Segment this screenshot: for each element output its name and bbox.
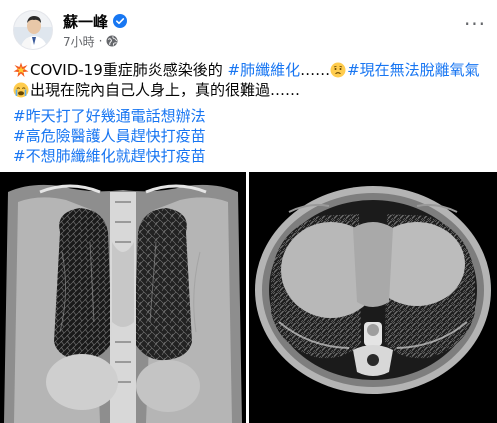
hashtag-link[interactable]: #現在無法脫離氧氣 [347,61,480,79]
post-meta: 7小時 · [63,32,118,50]
coronal-chest-ct-scan [0,172,246,423]
explosion-emoji [13,62,29,77]
axial-chest-ct-scan [249,172,497,423]
author-name[interactable]: 蘇一峰 [63,11,108,32]
post-body: COVID-19重症肺炎感染後的 #肺纖維化…… #現在無法脫離氧氣 出現在院內… [13,60,483,166]
crying-face-emoji [13,82,29,98]
verified-badge-icon [113,14,128,28]
hashtag-link[interactable]: #昨天打了好幾通電話想辦法 [13,107,206,125]
coronal-ct-image[interactable] [0,172,246,423]
hashtag-link[interactable]: #肺纖維化 [228,61,301,79]
hashtag-link[interactable]: #高危險醫護人員趕快打疫苗 [13,127,206,145]
post-text-ellipsis: …… [300,61,331,79]
facebook-post: 蘇一峰 7小時 · ··· COVID-19重症肺炎感染後的 #肺纖維化…… #… [0,0,497,423]
more-options-button[interactable]: ··· [463,12,487,36]
post-timestamp[interactable]: 7小時 [63,33,95,50]
post-media [0,172,497,423]
author-avatar[interactable] [13,10,53,50]
post-text-2: 出現在院內自己人身上，真的很難過…… [30,81,301,99]
meta-separator: · [98,34,103,48]
post-header: 蘇一峰 7小時 · ··· [13,10,487,54]
globe-icon[interactable] [106,35,118,47]
post-text-1: COVID-19重症肺炎感染後的 [30,61,228,79]
hashtag-line: #昨天打了好幾通電話想辦法 [13,106,483,126]
axial-ct-image[interactable] [249,172,497,423]
more-options-icon: ··· [463,12,487,36]
author-name-row: 蘇一峰 [63,10,128,32]
hashtag-line: #高危險醫護人員趕快打疫苗 [13,126,483,146]
worried-face-emoji [330,62,346,78]
hashtag-line: #不想肺纖維化就趕快打疫苗 [13,146,483,166]
post-line-2: 出現在院內自己人身上，真的很難過…… [13,80,483,100]
post-line-1: COVID-19重症肺炎感染後的 #肺纖維化…… #現在無法脫離氧氣 [13,60,483,80]
avatar-portrait-icon [14,11,52,49]
hashtag-link[interactable]: #不想肺纖維化就趕快打疫苗 [13,147,206,165]
